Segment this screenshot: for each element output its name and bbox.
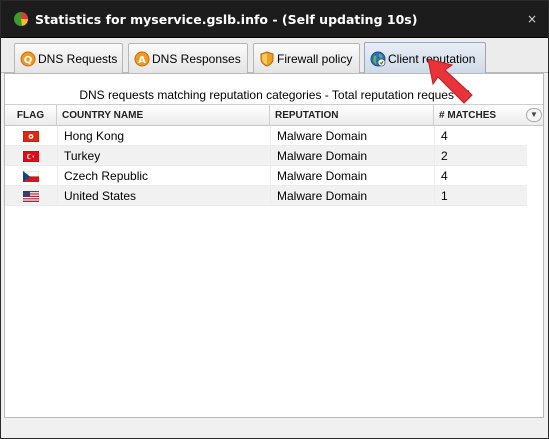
table-row[interactable]: Czech Republic Malware Domain 4 bbox=[5, 166, 527, 186]
annotation-arrow-icon bbox=[427, 58, 473, 104]
column-header-flag[interactable]: FLAG bbox=[5, 105, 57, 126]
column-header-reputation[interactable]: REPUTATION bbox=[270, 105, 434, 126]
country-name: United States bbox=[57, 186, 270, 206]
reputation-value: Malware Domain bbox=[270, 166, 434, 186]
grid-header: FLAG COUNTRY NAME REPUTATION # MATCHES ▼ bbox=[5, 104, 543, 126]
reputation-value: Malware Domain bbox=[270, 146, 434, 166]
czech-republic-flag-icon bbox=[23, 171, 39, 182]
statistics-window: Statistics for myservice.gslb.info - (Se… bbox=[0, 0, 549, 439]
client-reputation-panel: DNS requests matching reputation categor… bbox=[4, 73, 544, 418]
reputation-value: Malware Domain bbox=[270, 186, 434, 206]
svg-text:A: A bbox=[138, 55, 146, 66]
country-name: Czech Republic bbox=[57, 166, 270, 186]
country-name: Hong Kong bbox=[57, 126, 270, 146]
tab-firewall-policy[interactable]: Firewall policy bbox=[253, 43, 360, 73]
close-icon[interactable]: × bbox=[525, 12, 539, 26]
tab-label: Firewall policy bbox=[277, 51, 353, 66]
pie-chart-icon bbox=[14, 12, 28, 26]
matches-count: 2 bbox=[434, 146, 527, 166]
matches-count: 1 bbox=[434, 186, 527, 206]
column-menu-chevron-down-icon[interactable]: ▼ bbox=[526, 108, 542, 122]
column-header-country-name[interactable]: COUNTRY NAME bbox=[57, 105, 270, 126]
matches-count: 4 bbox=[434, 126, 527, 146]
table-row[interactable]: Hong Kong Malware Domain 4 bbox=[5, 126, 527, 146]
matches-count: 4 bbox=[434, 166, 527, 186]
tab-dns-responses[interactable]: A DNS Responses bbox=[128, 43, 248, 73]
table-row[interactable]: United States Malware Domain 1 bbox=[5, 186, 527, 206]
united-states-flag-icon bbox=[23, 191, 39, 202]
tab-label: DNS Requests bbox=[38, 51, 118, 66]
shield-icon bbox=[260, 50, 274, 67]
reputation-value: Malware Domain bbox=[270, 126, 434, 146]
title-bar[interactable]: Statistics for myservice.gslb.info - (Se… bbox=[1, 1, 548, 38]
dns-responses-icon: A bbox=[134, 51, 150, 66]
country-name: Turkey bbox=[57, 146, 270, 166]
dns-requests-icon: Q bbox=[20, 51, 36, 66]
svg-text:Q: Q bbox=[24, 55, 33, 66]
table-row[interactable]: Turkey Malware Domain 2 bbox=[5, 146, 527, 166]
tab-dns-requests[interactable]: Q DNS Requests bbox=[14, 43, 123, 73]
hong-kong-flag-icon bbox=[23, 131, 39, 142]
turkey-flag-icon bbox=[23, 151, 39, 162]
column-header-matches[interactable]: # MATCHES bbox=[434, 105, 527, 126]
window-title: Statistics for myservice.gslb.info - (Se… bbox=[35, 12, 418, 27]
globe-icon bbox=[370, 51, 386, 66]
tab-label: DNS Responses bbox=[152, 51, 241, 66]
